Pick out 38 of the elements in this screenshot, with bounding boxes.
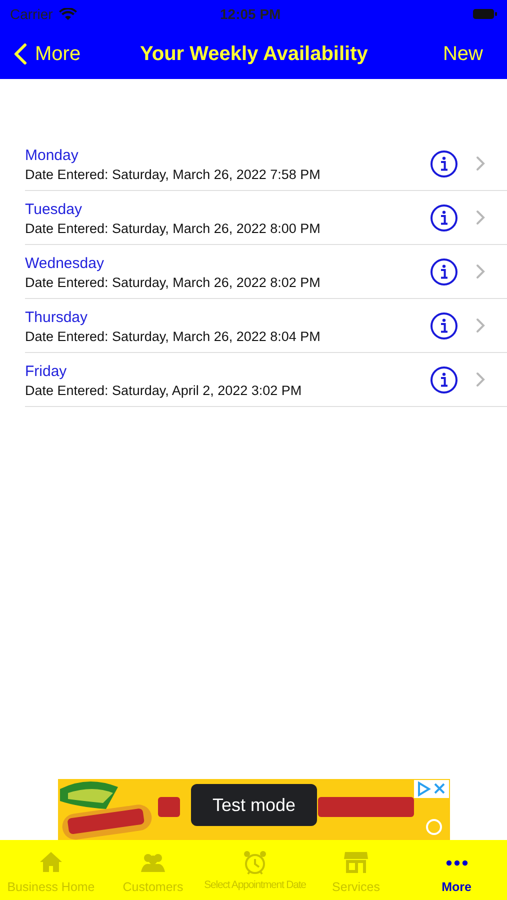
row-subtitle: Date Entered: Saturday, March 26, 2022 8:00 PM bbox=[25, 220, 320, 238]
chevron-right-icon bbox=[476, 372, 485, 387]
chevron-right-icon bbox=[476, 210, 485, 225]
alarm-clock-icon bbox=[242, 850, 268, 876]
info-icon[interactable] bbox=[430, 150, 458, 178]
list-row[interactable]: Tuesday Date Entered: Saturday, March 26, 2022 8:00 PM bbox=[25, 191, 507, 245]
list-row[interactable]: Wednesday Date Entered: Saturday, March 26, 2022 8:02 PM bbox=[25, 245, 507, 299]
chevron-right-icon bbox=[476, 156, 485, 171]
row-subtitle: Date Entered: Saturday, March 26, 2022 7:58 PM bbox=[25, 166, 320, 184]
row-title: Monday bbox=[25, 146, 78, 164]
info-icon[interactable] bbox=[430, 312, 458, 340]
row-title: Tuesday bbox=[25, 200, 82, 218]
tab-item[interactable]: More bbox=[406, 840, 507, 900]
wifi-icon bbox=[58, 8, 77, 20]
info-icon[interactable] bbox=[430, 366, 458, 394]
carrier-label: Carrier bbox=[10, 4, 53, 24]
toast-message: Test mode bbox=[191, 784, 317, 826]
row-title: Friday bbox=[25, 362, 67, 380]
chevron-right-icon bbox=[476, 318, 485, 333]
info-icon[interactable] bbox=[430, 258, 458, 286]
battery-icon bbox=[473, 8, 497, 20]
clock-time: 12:05 PM bbox=[220, 4, 281, 24]
chevron-right-icon bbox=[476, 264, 485, 279]
list-row[interactable]: Friday Date Entered: Saturday, April 2, 2022 3:02 PM bbox=[25, 353, 507, 407]
more-icon bbox=[444, 860, 470, 866]
chevron-left-icon bbox=[14, 42, 27, 64]
row-title: Thursday bbox=[25, 308, 88, 326]
storefront-icon bbox=[343, 850, 369, 876]
row-title: Wednesday bbox=[25, 254, 104, 272]
screen-title: Your Weekly Availability bbox=[140, 42, 368, 66]
row-subtitle: Date Entered: Saturday, March 26, 2022 8:04 PM bbox=[25, 328, 320, 346]
new-button[interactable]: New bbox=[442, 38, 483, 68]
info-icon[interactable] bbox=[430, 204, 458, 232]
row-subtitle: Date Entered: Saturday, April 2, 2022 3:02 PM bbox=[25, 382, 302, 400]
back-button[interactable]: More bbox=[14, 38, 81, 68]
list-row[interactable]: Thursday Date Entered: Saturday, March 26, 2022 8:04 PM bbox=[25, 299, 507, 353]
list-row[interactable]: Monday Date Entered: Saturday, March 26, 2022 7:58 PM bbox=[25, 137, 507, 191]
row-subtitle: Date Entered: Saturday, March 26, 2022 8:02 PM bbox=[25, 274, 320, 292]
